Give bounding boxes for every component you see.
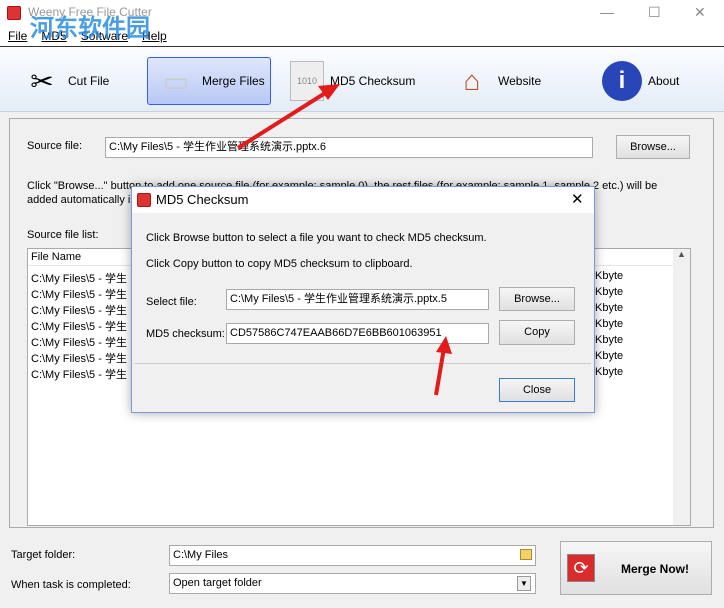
annotation-arrows (236, 84, 452, 396)
arrow-head (436, 336, 452, 354)
arrow-to-md5-button (236, 88, 332, 150)
arrow-to-md5-field (434, 347, 446, 396)
